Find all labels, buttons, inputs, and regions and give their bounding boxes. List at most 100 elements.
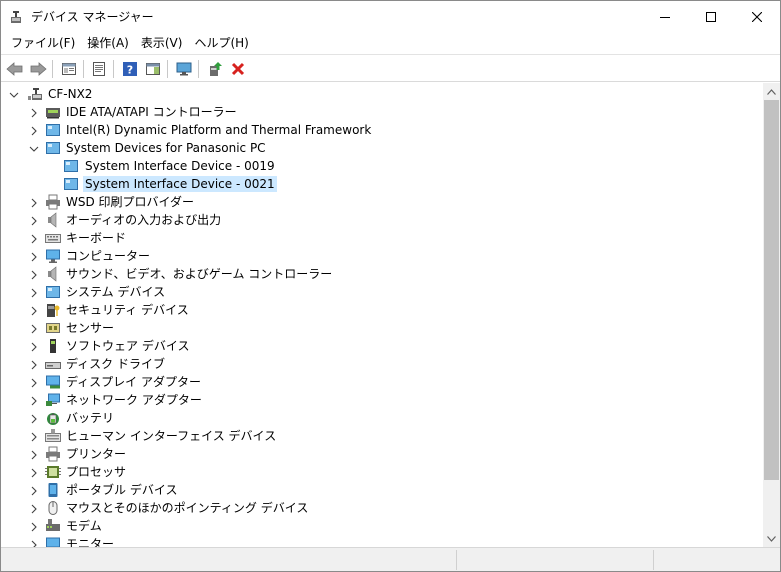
forward-arrow-icon[interactable]: [27, 58, 49, 80]
chevron-right-icon[interactable]: [29, 539, 39, 547]
chevron-right-icon[interactable]: [29, 359, 39, 370]
chevron-right-icon[interactable]: [29, 305, 39, 316]
tree-category[interactable]: マウスとそのほかのポインティング デバイス: [1, 499, 763, 517]
menu-help[interactable]: ヘルプ(H): [188, 33, 254, 53]
tree-category[interactable]: センサー: [1, 319, 763, 337]
chevron-right-icon[interactable]: [29, 251, 39, 262]
action-pane-icon[interactable]: [142, 58, 164, 80]
tree-node-label[interactable]: ヒューマン インターフェイス デバイス: [64, 428, 278, 444]
tree-category[interactable]: サウンド、ビデオ、およびゲーム コントローラー: [1, 265, 763, 283]
chevron-right-icon[interactable]: [29, 521, 39, 532]
chevron-right-icon[interactable]: [29, 377, 39, 388]
chevron-right-icon[interactable]: [29, 107, 39, 118]
chevron-right-icon[interactable]: [29, 485, 39, 496]
uninstall-device-icon[interactable]: [227, 58, 249, 80]
tree-node-label[interactable]: プロセッサ: [64, 464, 128, 480]
tree-category[interactable]: プロセッサ: [1, 463, 763, 481]
tree-category[interactable]: セキュリティ デバイス: [1, 301, 763, 319]
chevron-right-icon[interactable]: [29, 431, 39, 442]
update-driver-icon[interactable]: [204, 58, 226, 80]
tree-node-label[interactable]: システム デバイス: [64, 284, 167, 300]
tree-node-label[interactable]: オーディオの入力および出力: [64, 212, 223, 228]
tree-category[interactable]: コンピューター: [1, 247, 763, 265]
tree-node-label[interactable]: ソフトウェア デバイス: [64, 338, 191, 354]
chevron-right-icon[interactable]: [29, 287, 39, 298]
tree-category[interactable]: Intel(R) Dynamic Platform and Thermal Fr…: [1, 121, 763, 139]
back-arrow-icon[interactable]: [4, 58, 26, 80]
maximize-button[interactable]: [688, 1, 734, 32]
minimize-button[interactable]: [642, 1, 688, 32]
scroll-up-icon[interactable]: [763, 83, 780, 100]
tree-category[interactable]: ディスク ドライブ: [1, 355, 763, 373]
printer-icon: [45, 194, 61, 210]
chevron-right-icon[interactable]: [29, 395, 39, 406]
menu-view[interactable]: 表示(V): [135, 33, 189, 53]
tree-category[interactable]: IDE ATA/ATAPI コントローラー: [1, 103, 763, 121]
tree-root[interactable]: CF-NX2: [1, 85, 763, 103]
title-bar[interactable]: デバイス マネージャー: [1, 1, 780, 32]
device-tree[interactable]: CF-NX2 IDE ATA/ATAPI コントローラー Intel(R) Dyna…: [1, 83, 763, 547]
tree-category[interactable]: オーディオの入力および出力: [1, 211, 763, 229]
tree-node-label[interactable]: System Devices for Panasonic PC: [64, 140, 268, 156]
tree-device[interactable]: System Interface Device - 0021: [1, 175, 763, 193]
tree-node-label[interactable]: ディスプレイ アダプター: [64, 374, 203, 390]
tree-category[interactable]: ネットワーク アダプター: [1, 391, 763, 409]
scroll-down-icon[interactable]: [763, 530, 780, 547]
tree-node-label[interactable]: CF-NX2: [46, 86, 94, 102]
tree-node-label[interactable]: コンピューター: [64, 248, 152, 264]
tree-node-label[interactable]: モデム: [64, 518, 104, 534]
help-icon[interactable]: ?: [119, 58, 141, 80]
tree-category[interactable]: キーボード: [1, 229, 763, 247]
chevron-right-icon[interactable]: [29, 341, 39, 352]
tree-node-label[interactable]: WSD 印刷プロバイダー: [64, 194, 196, 210]
chevron-right-icon[interactable]: [29, 197, 39, 208]
properties-sheet-icon[interactable]: [58, 58, 80, 80]
tree-node-label[interactable]: IDE ATA/ATAPI コントローラー: [64, 104, 239, 120]
tree-category[interactable]: ヒューマン インターフェイス デバイス: [1, 427, 763, 445]
chevron-right-icon[interactable]: [29, 467, 39, 478]
chevron-right-icon[interactable]: [29, 413, 39, 424]
tree-category[interactable]: バッテリ: [1, 409, 763, 427]
tree-node-label[interactable]: セキュリティ デバイス: [64, 302, 191, 318]
tree-node-label[interactable]: ネットワーク アダプター: [64, 392, 204, 408]
tree-node-label[interactable]: ディスク ドライブ: [64, 356, 167, 372]
close-button[interactable]: [734, 1, 780, 32]
tree-category[interactable]: モデム: [1, 517, 763, 535]
toolbar-separator: [113, 60, 114, 78]
tree-node-label[interactable]: Intel(R) Dynamic Platform and Thermal Fr…: [64, 122, 373, 138]
tree-category[interactable]: System Devices for Panasonic PC: [1, 139, 763, 157]
scrollbar-thumb[interactable]: [764, 100, 779, 480]
tree-node-label[interactable]: サウンド、ビデオ、およびゲーム コントローラー: [64, 266, 334, 282]
tree-category[interactable]: WSD 印刷プロバイダー: [1, 193, 763, 211]
tree-node-label[interactable]: センサー: [64, 320, 116, 336]
tree-category[interactable]: ポータブル デバイス: [1, 481, 763, 499]
vertical-scrollbar[interactable]: [763, 83, 780, 547]
chevron-right-icon[interactable]: [29, 449, 39, 460]
chevron-right-icon[interactable]: [29, 323, 39, 334]
tree-node-label[interactable]: ポータブル デバイス: [64, 482, 179, 498]
tree-node-label[interactable]: マウスとそのほかのポインティング デバイス: [64, 500, 310, 516]
tree-category[interactable]: ディスプレイ アダプター: [1, 373, 763, 391]
show-hide-console-tree-icon[interactable]: [88, 58, 110, 80]
menu-action[interactable]: 操作(A): [81, 33, 135, 53]
chevron-right-icon[interactable]: [29, 269, 39, 280]
tree-node-label[interactable]: System Interface Device - 0021: [83, 176, 277, 192]
menu-file[interactable]: ファイル(F): [5, 33, 81, 53]
chevron-down-icon[interactable]: [9, 89, 19, 99]
tree-node-label[interactable]: モニター: [64, 536, 116, 547]
chevron-right-icon[interactable]: [29, 215, 39, 226]
tree-node-label[interactable]: バッテリ: [64, 410, 116, 426]
tree-category[interactable]: システム デバイス: [1, 283, 763, 301]
tree-device[interactable]: System Interface Device - 0019: [1, 157, 763, 175]
tree-category[interactable]: プリンター: [1, 445, 763, 463]
tree-node-label[interactable]: プリンター: [64, 446, 128, 462]
scan-hardware-changes-icon[interactable]: [173, 58, 195, 80]
tree-category[interactable]: ソフトウェア デバイス: [1, 337, 763, 355]
tree-node-label[interactable]: キーボード: [64, 230, 128, 246]
chevron-right-icon[interactable]: [29, 233, 39, 244]
chevron-right-icon[interactable]: [29, 503, 39, 514]
tree-category[interactable]: モニター: [1, 535, 763, 547]
chevron-down-icon[interactable]: [29, 143, 39, 153]
tree-node-label[interactable]: System Interface Device - 0019: [83, 158, 277, 174]
chevron-right-icon[interactable]: [29, 125, 39, 136]
